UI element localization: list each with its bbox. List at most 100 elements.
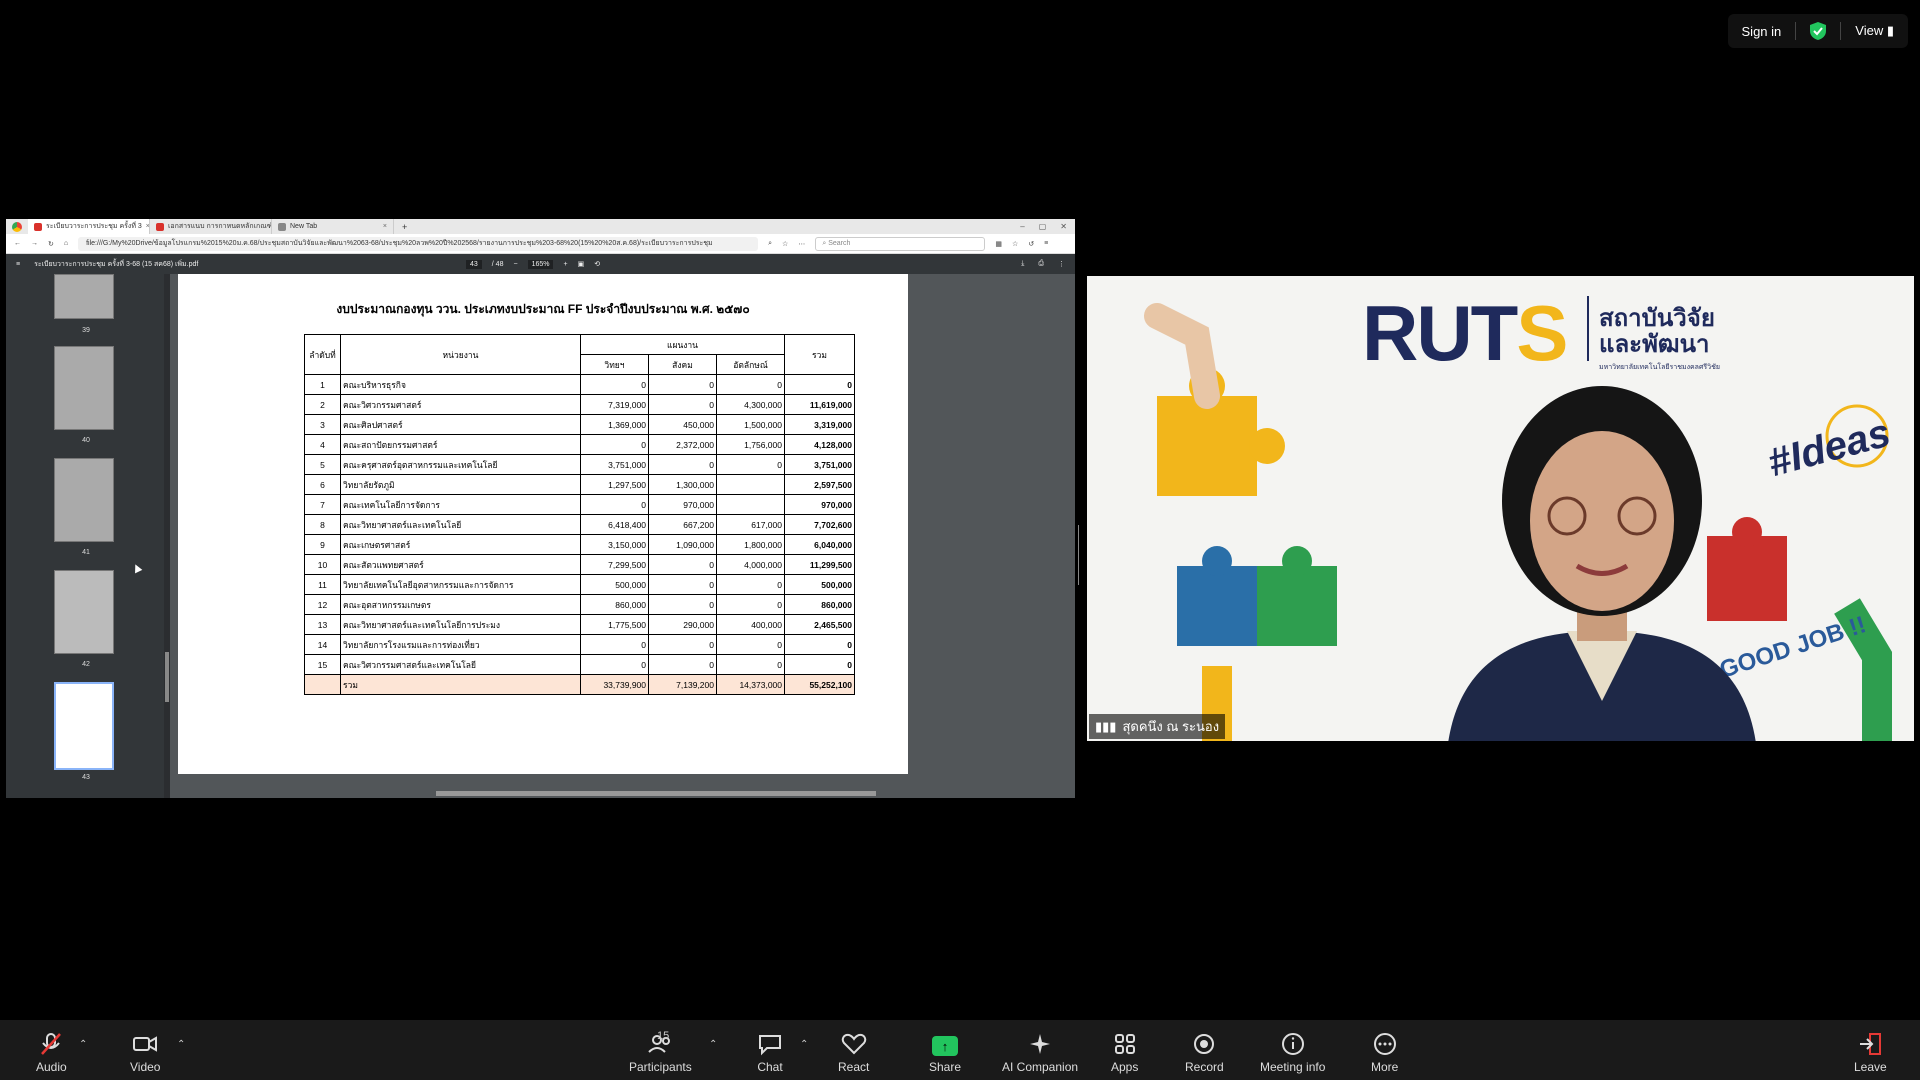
total-row-number: [304, 674, 341, 695]
search-placeholder: Search: [828, 240, 851, 247]
thumbnail-page[interactable]: [54, 570, 114, 654]
row-identity: 4,300,000: [716, 394, 785, 415]
bookmark-star-icon[interactable]: ☆: [782, 240, 788, 248]
home-icon[interactable]: ⌂: [64, 240, 68, 247]
audio-label: Audio: [36, 1060, 67, 1074]
thumbnail-page[interactable]: [54, 458, 114, 542]
scroll-thumb[interactable]: [165, 652, 169, 702]
tab-label: New Tab: [290, 223, 318, 230]
zoom-out-icon[interactable]: −: [513, 261, 517, 268]
shield-icon[interactable]: [1810, 22, 1827, 40]
chat-chevron-icon[interactable]: ⌃: [800, 1039, 808, 1050]
separator: [1795, 22, 1797, 40]
record-icon: [1194, 1034, 1215, 1054]
participants-button[interactable]: 15 Participants: [629, 1030, 692, 1074]
thumbnail-page[interactable]: [54, 346, 114, 430]
participant-person: [1448, 386, 1756, 741]
row-social: 0: [648, 374, 717, 395]
rotate-icon[interactable]: ⟲: [594, 260, 600, 268]
maximize-icon[interactable]: ▢: [1039, 222, 1047, 231]
row-social: 970,000: [648, 494, 717, 515]
view-button[interactable]: View ▮: [1855, 23, 1894, 39]
participants-chevron-icon[interactable]: ⌃: [709, 1039, 717, 1050]
row-number: 2: [304, 394, 341, 415]
history-icon[interactable]: ↺: [1028, 240, 1034, 248]
thumbnail-page[interactable]: [54, 274, 114, 319]
address-field[interactable]: file:///G:/My%20Drive/ข้อมูลโปรแกรม%2015…: [78, 236, 759, 251]
more-button[interactable]: More: [1371, 1032, 1398, 1074]
more-dots-icon[interactable]: ⋯: [798, 240, 805, 248]
total-identity: 14,373,000: [716, 674, 785, 695]
download-icon[interactable]: ⤓: [1021, 260, 1024, 268]
view-icon: ▮: [1886, 23, 1894, 38]
sign-in-button[interactable]: Sign in: [1742, 24, 1782, 39]
row-identity: 1,756,000: [716, 434, 785, 455]
row-social: 667,200: [648, 514, 717, 535]
search-input[interactable]: ⌕ Search: [815, 236, 986, 251]
react-button[interactable]: React: [838, 1032, 869, 1074]
minimize-icon[interactable]: –: [1020, 222, 1024, 231]
new-tab-button[interactable]: +: [402, 222, 407, 232]
fit-page-icon[interactable]: ▣: [578, 260, 585, 268]
row-unit: คณะบริหารธุรกิจ: [340, 374, 581, 395]
audio-options-chevron-icon[interactable]: ⌃: [79, 1039, 87, 1050]
chat-button[interactable]: Chat: [757, 1032, 783, 1074]
row-identity: 0: [716, 454, 785, 475]
thumbnail-page-selected[interactable]: [54, 682, 114, 770]
share-button[interactable]: ↑ Share: [929, 1036, 961, 1074]
browser-tab-1[interactable]: ระเบียบวาระการประชุม ครั้งที่ 3 ×: [28, 219, 150, 234]
more-vert-icon[interactable]: ⋮: [1058, 260, 1065, 268]
ai-companion-button[interactable]: AI Companion: [1002, 1032, 1078, 1074]
back-icon[interactable]: ←: [14, 240, 21, 247]
info-icon: [1281, 1033, 1304, 1055]
reload-icon[interactable]: ↻: [48, 240, 54, 248]
thumbnail-scrollbar[interactable]: [164, 274, 170, 798]
org-name-line1: สถาบันวิจัย: [1599, 305, 1715, 332]
header-plan: แผนงาน: [580, 334, 785, 355]
zoom-level[interactable]: 165%: [527, 259, 554, 269]
row-total: 2,465,500: [784, 614, 855, 635]
row-total: 0: [784, 654, 855, 675]
total-label: รวม: [340, 674, 581, 695]
extensions-icon[interactable]: ▦: [995, 240, 1002, 248]
window-controls: – ▢ ✕: [1020, 222, 1075, 231]
row-science: 500,000: [580, 574, 649, 595]
row-science: 7,299,500: [580, 554, 649, 575]
meeting-info-button[interactable]: Meeting info: [1260, 1032, 1325, 1074]
close-window-icon[interactable]: ✕: [1060, 222, 1067, 231]
menu-icon[interactable]: ≡: [1044, 240, 1048, 247]
favorites-icon[interactable]: ☆: [1012, 240, 1018, 248]
participant-video[interactable]: RUTS สถาบันวิจัย และพัฒนา มหาวิทยาลัยเทคโ…: [1087, 276, 1914, 741]
split-divider-handle[interactable]: [1078, 525, 1081, 585]
zoom-icon[interactable]: ⌕: [768, 240, 772, 248]
print-icon[interactable]: ⎙: [1038, 260, 1044, 268]
browser-tab-2[interactable]: เอกสารแนบ การกาหนดหลักเกณฑ์×: [150, 219, 272, 234]
apps-button[interactable]: Apps: [1111, 1032, 1138, 1074]
tab-label: เอกสารแนบ การกาหนดหลักเกณฑ์: [168, 223, 272, 230]
row-science: 3,150,000: [580, 534, 649, 555]
zoom-in-icon[interactable]: +: [563, 261, 567, 268]
video-options-chevron-icon[interactable]: ⌃: [177, 1039, 185, 1050]
table-row: 9 คณะเกษตรศาสตร์ 3,150,000 1,090,000 1,800,0…: [304, 534, 855, 555]
page-number-input[interactable]: 43: [466, 259, 482, 269]
video-button[interactable]: Video: [130, 1032, 160, 1074]
total-science: 33,739,900: [580, 674, 649, 695]
participants-label: Participants: [629, 1060, 692, 1074]
audio-button[interactable]: Audio: [36, 1032, 67, 1074]
close-icon[interactable]: ×: [383, 223, 387, 230]
forward-icon[interactable]: →: [31, 240, 38, 247]
browser-tab-3[interactable]: New Tab ×: [272, 219, 394, 234]
record-button[interactable]: Record: [1185, 1032, 1224, 1074]
row-social: 2,372,000: [648, 434, 717, 455]
leave-button[interactable]: Leave: [1854, 1032, 1887, 1074]
table-row: 13 คณะวิทยาศาสตร์และเทคโนโลยีการประมง 1,77…: [304, 614, 855, 635]
row-social: 290,000: [648, 614, 717, 635]
row-total: 6,040,000: [784, 534, 855, 555]
header-identity: อัตลักษณ์: [716, 354, 785, 375]
row-science: 3,751,000: [580, 454, 649, 475]
horizontal-scrollbar[interactable]: [436, 791, 876, 796]
row-science: 0: [580, 634, 649, 655]
pdf-actions: ⤓ ⎙ ⋮: [1021, 260, 1065, 268]
hamburger-menu-icon[interactable]: ≡: [16, 261, 20, 268]
row-identity: 400,000: [716, 614, 785, 635]
